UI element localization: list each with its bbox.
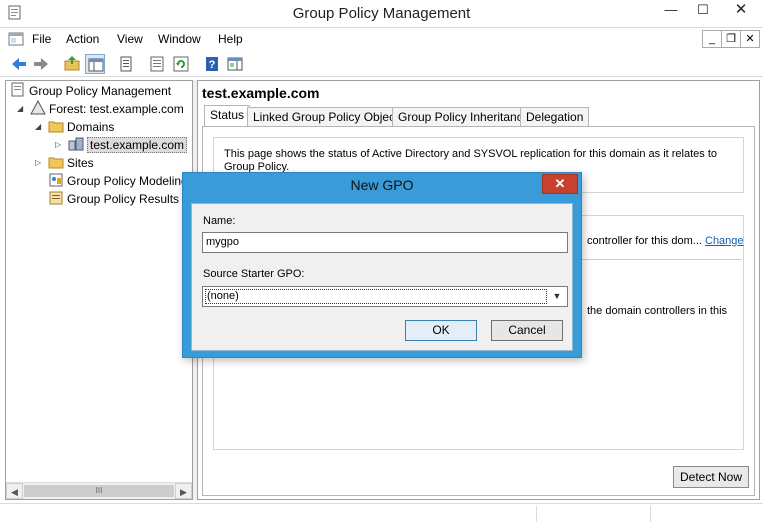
console-tree[interactable]: Group Policy Management ◢ Forest: test.e… [5,80,193,500]
show-action-pane-icon[interactable] [225,54,245,74]
status-separator [650,506,651,522]
folder-icon [48,154,64,170]
menu-view[interactable]: View [117,32,143,46]
info-text: This page shows the status of Active Dir… [224,148,717,173]
menu-help[interactable]: Help [218,32,243,46]
tree-item-domains[interactable]: Domains [48,118,114,136]
status-text-line: the domain controllers in this [587,305,728,317]
ok-button[interactable]: OK [405,320,477,341]
source-starter-gpo-select[interactable]: (none) ▼ [202,286,568,307]
folder-icon [48,118,64,134]
horizontal-scrollbar[interactable]: ◀ III ▶ [6,482,192,499]
show-hide-tree-icon[interactable] [85,54,105,74]
new-gpo-dialog: New GPO ✕ Name: mygpo Source Starter GPO… [182,172,582,358]
cancel-button[interactable]: Cancel [491,320,563,341]
status-separator [536,506,537,522]
baseline-dc-text: controller for this dom... Change [587,235,744,247]
tree-item-gpm-root[interactable]: Group Policy Management [10,82,171,100]
chevron-down-icon[interactable]: ▼ [550,288,564,305]
mmc-console-icon[interactable] [8,32,24,46]
menu-file[interactable]: File [32,32,51,46]
minimize-button[interactable]: — [656,0,686,20]
scroll-left-arrow-icon[interactable]: ◀ [6,483,23,499]
tree-item-sites[interactable]: Sites [48,154,94,172]
expand-chevron-icon[interactable]: ▷ [55,136,64,154]
mdi-close-button[interactable]: ✕ [740,30,760,48]
mdi-restore-button[interactable]: ❐ [721,30,741,48]
collapse-chevron-icon[interactable]: ◢ [35,118,44,136]
source-starter-gpo-label: Source Starter GPO: [203,268,305,280]
svg-text:?: ? [209,59,216,71]
properties-icon[interactable] [116,54,136,74]
toolbar: ? [0,51,763,77]
dialog-close-button[interactable]: ✕ [542,174,578,194]
tree-item-gp-modeling[interactable]: Group Policy Modeling [48,172,188,190]
tree-item-gp-results[interactable]: Group Policy Results [48,190,179,208]
window-title: Group Policy Management [292,5,471,22]
page-title: test.example.com [202,85,320,101]
starter-gpo-value: (none) [205,289,547,304]
tab-delegation[interactable]: Delegation [520,107,590,126]
mdi-minimize-button[interactable]: _ [702,30,722,48]
scroll-right-arrow-icon[interactable]: ▶ [175,483,192,499]
refresh-icon[interactable] [171,54,191,74]
scroll-thumb[interactable]: III [24,485,174,497]
gpm-root-icon [10,82,26,98]
tab-linked-gpos[interactable]: Linked Group Policy Objects [247,107,411,126]
tree-item-forest[interactable]: Forest: test.example.com [30,99,184,118]
dialog-title: New GPO [350,177,414,193]
back-arrow-icon[interactable] [9,54,29,74]
forward-arrow-icon[interactable] [31,54,51,74]
gpo-name-input[interactable]: mygpo [202,232,568,253]
expand-chevron-icon[interactable]: ▷ [35,154,44,172]
close-button[interactable]: ✕ [719,0,763,20]
tree-item-domain-test-example[interactable]: test.example.com [68,136,188,154]
forest-icon [30,99,46,116]
help-icon[interactable]: ? [202,54,222,74]
dialog-body: Name: mygpo Source Starter GPO: (none) ▼… [191,203,573,351]
menu-action[interactable]: Action [66,32,99,46]
up-folder-icon[interactable] [62,54,82,74]
menu-window[interactable]: Window [158,32,201,46]
change-link[interactable]: Change [705,235,744,247]
status-bar [0,503,763,523]
domain-icon [68,136,84,152]
maximize-button[interactable]: ☐ [688,0,718,20]
detect-now-button[interactable]: Detect Now [673,466,749,488]
title-bar: Group Policy Management — ☐ ✕ [0,0,763,28]
tab-gp-inheritance[interactable]: Group Policy Inheritance [392,107,536,126]
results-icon [48,190,64,206]
name-label: Name: [203,215,236,227]
modeling-icon [48,172,64,188]
tab-status[interactable]: Status [204,105,251,127]
export-list-icon[interactable] [147,54,167,74]
collapse-chevron-icon[interactable]: ◢ [17,100,26,118]
menu-bar: File Action View Window Help [0,28,763,50]
